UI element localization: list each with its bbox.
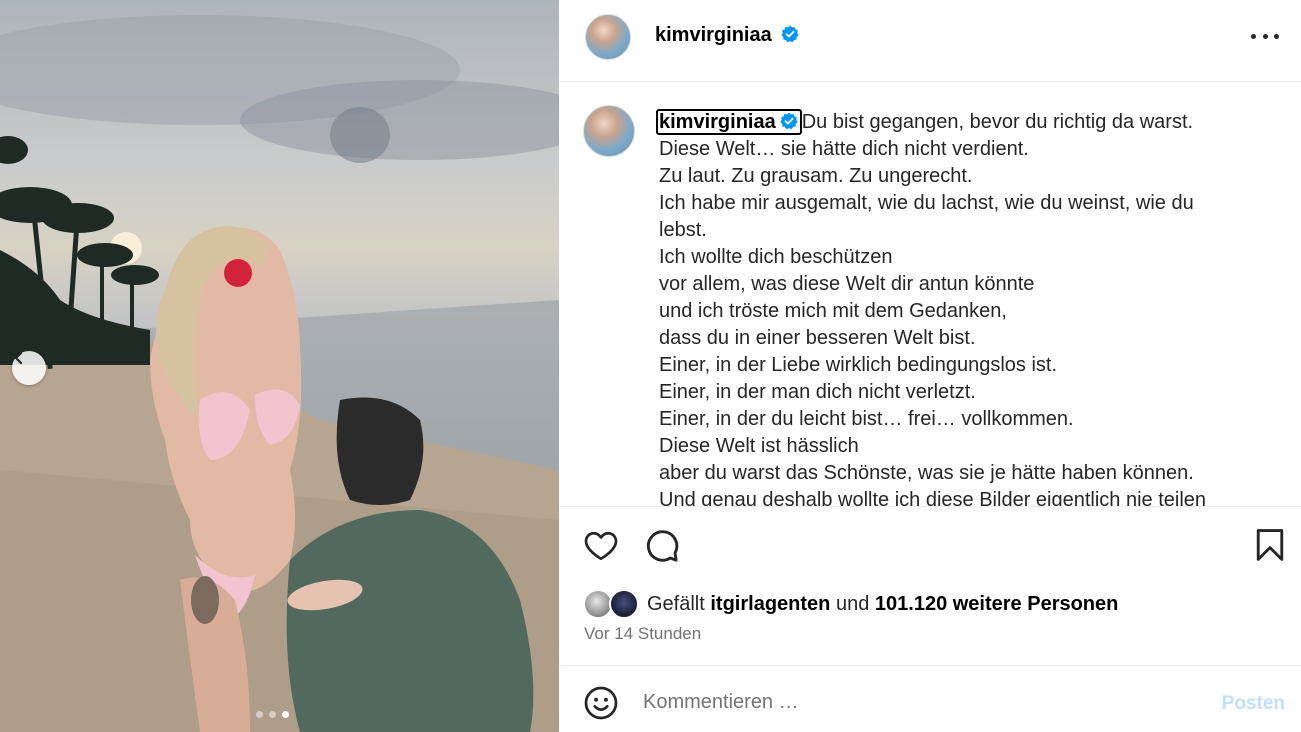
carousel-indicator <box>256 711 289 718</box>
heart-icon <box>584 531 618 561</box>
save-button[interactable] <box>1255 528 1285 567</box>
comment-input[interactable] <box>643 687 1203 717</box>
like-button[interactable] <box>583 528 619 569</box>
verified-badge-icon <box>781 25 799 43</box>
post-comment-button[interactable]: Posten <box>1222 693 1285 715</box>
caption-line: Diese Welt ist hässlich <box>659 435 859 457</box>
caption-line: Und genau deshalb wollte ich diese Bilde… <box>659 489 1207 506</box>
author-username[interactable]: kimvirginiaa <box>655 24 772 46</box>
post-side-panel: kimvirginiaa kimvirginiaa Du bist gegange… <box>559 0 1301 732</box>
carousel-dot-active <box>282 711 289 718</box>
caption-text: kimvirginiaa Du bist gegangen, bevor du r… <box>656 109 1249 506</box>
carousel-dot <box>256 711 263 718</box>
author-avatar[interactable] <box>585 14 631 60</box>
more-options-button[interactable] <box>1251 24 1279 48</box>
caption-line: Diese Welt… sie hätte dich nicht verdien… <box>659 138 1029 160</box>
carousel-prev-button[interactable] <box>12 351 46 385</box>
likes-count[interactable]: 101.120 weitere Personen <box>875 593 1118 615</box>
more-icon-dot <box>1274 33 1279 39</box>
caption-line: lebst. <box>659 219 707 241</box>
caption-line: Zu laut. Zu grausam. Zu ungerecht. <box>659 165 973 187</box>
liker-avatars <box>583 589 639 619</box>
likes-summary[interactable]: Gefällt itgirlagenten und 101.120 weiter… <box>583 589 1118 619</box>
more-icon-dot <box>1262 33 1268 39</box>
caption-line: Ich wollte dich beschützen <box>659 246 893 268</box>
comment-composer: Posten <box>559 667 1301 732</box>
caption-line: Einer, in der du leicht bist… frei… voll… <box>659 408 1074 430</box>
caption-line: Einer, in der Liebe wirklich bedingungsl… <box>659 354 1057 376</box>
post-header: kimvirginiaa <box>559 0 1301 82</box>
post-photo <box>0 0 559 732</box>
post-timestamp[interactable]: Vor 14 Stunden <box>584 624 701 644</box>
caption-line: Du bist gegangen, bevor du richtig da wa… <box>801 111 1194 133</box>
more-icon <box>1251 33 1256 39</box>
author-username-row[interactable]: kimvirginiaa <box>655 24 799 47</box>
bookmark-icon <box>1256 529 1284 561</box>
caption-line: aber du warst das Schönste, was sie je h… <box>659 462 1194 484</box>
liker-avatar <box>609 589 639 619</box>
carousel-dot <box>269 711 276 718</box>
caption-line: und ich tröste mich mit dem Gedanken, <box>659 300 1007 322</box>
verified-badge-icon <box>780 112 798 130</box>
emoji-icon <box>584 686 618 720</box>
likes-connector: und <box>835 592 870 615</box>
caption-username-text[interactable]: kimvirginiaa <box>659 111 776 133</box>
caption-line: Einer, in der man dich nicht verletzt. <box>659 381 976 403</box>
chevron-left-icon <box>14 351 23 365</box>
caption-line: Ich habe mir ausgemalt, wie du lachst, w… <box>659 192 1194 214</box>
likes-text: Gefällt itgirlagenten und 101.120 weiter… <box>647 593 1118 616</box>
caption-section: kimvirginiaa Du bist gegangen, bevor du r… <box>559 83 1301 506</box>
beach-scene-image <box>0 15 559 732</box>
comment-icon <box>646 530 679 562</box>
comment-button[interactable] <box>644 528 680 569</box>
likes-prefix: Gefällt <box>647 592 705 615</box>
emoji-button[interactable] <box>583 685 619 726</box>
liker-username[interactable]: itgirlagenten <box>710 593 830 615</box>
caption-line: vor allem, was diese Welt dir antun könn… <box>659 273 1035 295</box>
caption-username[interactable]: kimvirginiaa <box>656 109 802 135</box>
caption-first-line: kimvirginiaa Du bist gegangen, bevor du r… <box>656 109 1249 136</box>
caption-line: dass du in einer besseren Welt bist. <box>659 327 976 349</box>
caption-author-avatar[interactable] <box>583 105 635 157</box>
post-actions: Gefällt itgirlagenten und 101.120 weiter… <box>559 506 1301 666</box>
